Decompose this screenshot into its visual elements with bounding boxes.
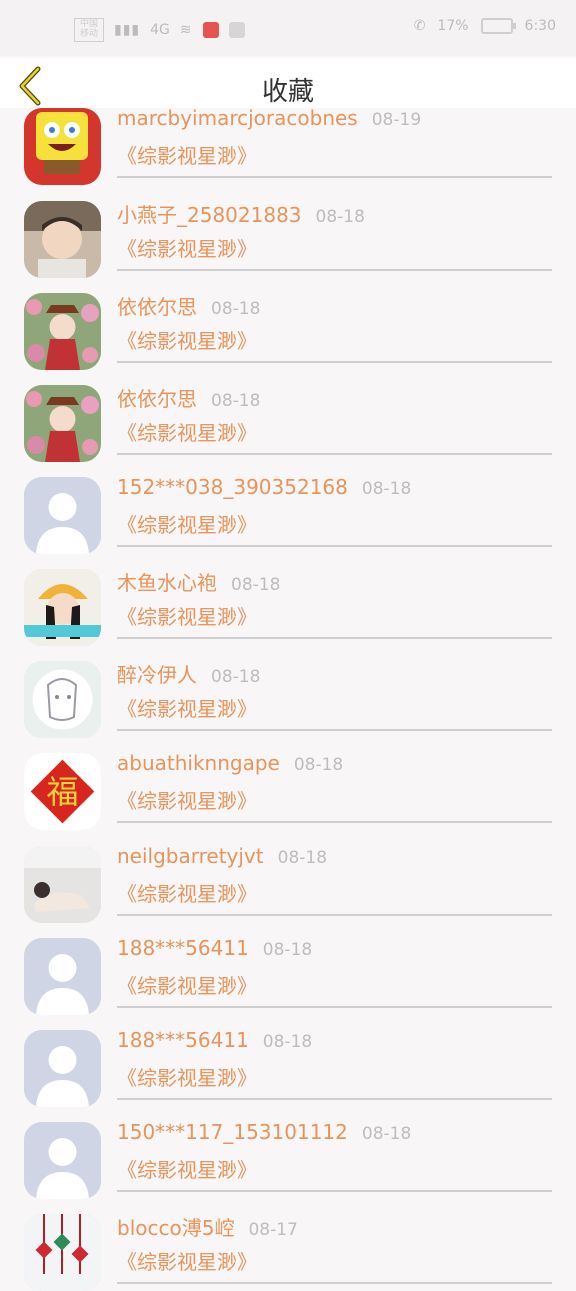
item-header: 小燕子_258021883 08-18 (117, 199, 365, 228)
book-title[interactable]: 《综影视星渺》 (117, 233, 257, 262)
favorite-date: 08-18 (231, 575, 281, 595)
list-item[interactable]: 188***56411 08-18 《综影视星渺》 (0, 922, 576, 1015)
list-item[interactable]: 醉冷伊人 08-18 《综影视星渺》 (0, 645, 576, 738)
page-title: 收藏 (261, 77, 314, 107)
favorite-date: 08-18 (361, 1124, 412, 1144)
item-header: 150***117_153101112 08-18 (117, 1120, 411, 1144)
svg-text:福: 福 (46, 773, 78, 811)
list-item[interactable]: 188***56411 08-18 《综影视星渺》 (0, 1014, 576, 1107)
avatar[interactable] (24, 385, 101, 462)
item-header: 152***038_390352168 08-18 (117, 475, 411, 499)
book-title[interactable]: 《综影视星渺》 (117, 1062, 257, 1091)
favorite-date: 08-18 (361, 479, 412, 499)
list-item[interactable]: 木鱼水心袍 08-18 《综影视星渺》 (0, 553, 576, 646)
divider (117, 1190, 552, 1192)
user-name[interactable]: blocco溥5崆 (117, 1216, 234, 1240)
favorite-date: 08-18 (211, 667, 261, 687)
book-title[interactable]: 《综影视星渺》 (117, 785, 257, 814)
book-title[interactable]: 《综影视星渺》 (117, 1246, 257, 1275)
user-name[interactable]: 醉冷伊人 (117, 663, 197, 687)
divider (117, 729, 552, 731)
user-name[interactable]: 188***56411 (117, 1028, 249, 1052)
list-item[interactable]: 152***038_390352168 08-18 《综影视星渺》 (0, 461, 576, 554)
divider (117, 821, 552, 823)
avatar[interactable] (24, 661, 101, 738)
book-title[interactable]: 《综影视星渺》 (117, 970, 257, 999)
avatar[interactable] (24, 477, 101, 554)
list-item[interactable]: 150***117_153101112 08-18 《综影视星渺》 (0, 1106, 576, 1199)
user-name[interactable]: marcbyimarcjoracobnes (117, 106, 358, 130)
book-title[interactable]: 《综影视星渺》 (117, 878, 257, 907)
list-item[interactable]: neilgbarretyjvt 08-18 《综影视星渺》 (0, 830, 576, 923)
book-title[interactable]: 《综影视星渺》 (117, 1154, 257, 1183)
book-title[interactable]: 《综影视星渺》 (117, 140, 257, 169)
avatar[interactable] (24, 569, 101, 646)
favorite-date: 08-18 (211, 299, 261, 319)
item-header: abuathiknngape 08-18 (117, 751, 343, 775)
divider (117, 545, 552, 547)
list-item[interactable]: 福 abuathiknngape 08-18 《综影视星渺》 (0, 737, 576, 830)
favorite-date: 08-19 (371, 110, 422, 130)
favorite-date: 08-18 (262, 1032, 313, 1052)
avatar[interactable] (24, 1030, 101, 1107)
avatar[interactable] (24, 846, 101, 923)
user-name[interactable]: 依依尔思 (117, 387, 197, 411)
favorites-list: marcbyimarcjoracobnes 08-19 《综影视星渺》 小燕子_258… (0, 0, 576, 1291)
avatar[interactable] (24, 108, 101, 185)
user-name[interactable]: 150***117_153101112 (117, 1120, 348, 1144)
user-name[interactable]: abuathiknngape (117, 751, 280, 775)
item-header: 188***56411 08-18 (117, 1028, 312, 1052)
book-title[interactable]: 《综影视星渺》 (117, 325, 257, 354)
divider (117, 1098, 552, 1100)
book-title[interactable]: 《综影视星渺》 (117, 693, 257, 722)
divider (117, 361, 552, 363)
header-bar: 收藏 (0, 58, 576, 108)
avatar[interactable]: 福 (24, 753, 101, 830)
book-title[interactable]: 《综影视星渺》 (117, 601, 257, 630)
item-header: 依依尔思 08-18 (117, 291, 260, 320)
list-item[interactable]: 依依尔思 08-18 《综影视星渺》 (0, 277, 576, 370)
item-header: 依依尔思 08-18 (117, 383, 260, 412)
divider (117, 1006, 552, 1008)
book-title[interactable]: 《综影视星渺》 (117, 417, 257, 446)
avatar[interactable] (24, 201, 101, 278)
item-header: 醉冷伊人 08-18 (117, 659, 260, 688)
book-title[interactable]: 《综影视星渺》 (117, 509, 257, 538)
avatar[interactable] (24, 1122, 101, 1199)
user-name[interactable]: 依依尔思 (117, 295, 197, 319)
favorite-date: 08-18 (262, 940, 313, 960)
item-header: 木鱼水心袍 08-18 (117, 567, 280, 596)
avatar[interactable] (24, 293, 101, 370)
avatar[interactable] (24, 1214, 101, 1291)
list-item[interactable]: 小燕子_258021883 08-18 《综影视星渺》 (0, 185, 576, 278)
favorite-date: 08-18 (293, 755, 344, 775)
item-header: neilgbarretyjvt 08-18 (117, 844, 327, 868)
list-item[interactable]: 依依尔思 08-18 《综影视星渺》 (0, 369, 576, 462)
user-name[interactable]: 小燕子_258021883 (117, 203, 302, 227)
user-name[interactable]: 木鱼水心袍 (117, 571, 217, 595)
favorite-date: 08-18 (277, 848, 328, 868)
divider (117, 453, 552, 455)
list-item[interactable]: blocco溥5崆 08-17 《综影视星渺》 (0, 1198, 576, 1291)
favorite-date: 08-18 (315, 207, 365, 227)
user-name[interactable]: neilgbarretyjvt (117, 844, 264, 868)
item-header: marcbyimarcjoracobnes 08-19 (117, 106, 421, 130)
divider (117, 1282, 552, 1284)
user-name[interactable]: 152***038_390352168 (117, 475, 348, 499)
favorite-date: 08-17 (248, 1220, 298, 1240)
avatar[interactable] (24, 938, 101, 1015)
divider (117, 914, 552, 916)
divider (117, 637, 552, 639)
item-header: blocco溥5崆 08-17 (117, 1212, 298, 1241)
divider (117, 269, 552, 271)
item-header: 188***56411 08-18 (117, 936, 312, 960)
user-name[interactable]: 188***56411 (117, 936, 249, 960)
divider (117, 176, 552, 178)
favorite-date: 08-18 (211, 391, 261, 411)
